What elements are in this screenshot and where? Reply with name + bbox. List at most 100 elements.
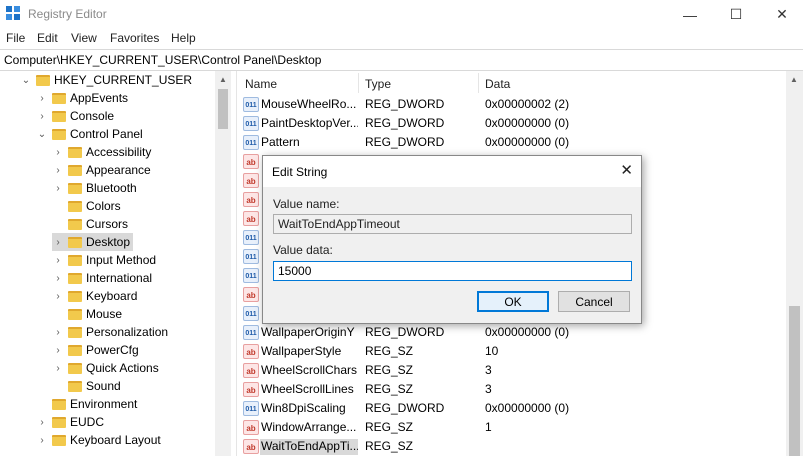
chevron-right-icon[interactable]: ›: [52, 183, 64, 194]
list-item[interactable]: ab WindowArrange... REG_SZ 1: [237, 418, 786, 437]
chevron-right-icon[interactable]: ›: [52, 345, 64, 356]
value-type: REG_DWORD: [365, 135, 445, 149]
tree-item-label: EUDC: [70, 415, 105, 429]
tree-item-appearance[interactable]: › Appearance: [52, 161, 150, 179]
close-icon[interactable]: ✕: [620, 161, 633, 179]
tree-item-hkey-current-user[interactable]: ⌄ HKEY_CURRENT_USER: [20, 71, 192, 89]
tree-item-personalization[interactable]: › Personalization: [52, 323, 168, 341]
tree-item-label: Accessibility: [86, 145, 152, 159]
window-title: Registry Editor: [28, 7, 107, 21]
menu-edit[interactable]: Edit: [37, 31, 58, 45]
tree-scrollbar-thumb[interactable]: [218, 89, 228, 129]
tree-item-label: AppEvents: [70, 91, 129, 105]
binary-value-icon: 011: [243, 306, 259, 321]
tree-item-quick-actions[interactable]: › Quick Actions: [52, 359, 159, 377]
tree-item-keyboard-layout[interactable]: › Keyboard Layout: [36, 431, 160, 449]
list-item[interactable]: 011 MouseWheelRo... REG_DWORD 0x00000002 (2…: [237, 95, 786, 114]
tree-item-desktop[interactable]: › Desktop: [52, 233, 134, 251]
column-separator[interactable]: [358, 73, 359, 93]
ok-button[interactable]: OK: [477, 291, 549, 312]
chevron-right-icon[interactable]: ›: [36, 93, 48, 104]
value-name: WheelScrollChars: [261, 363, 358, 377]
value-type: REG_DWORD: [365, 116, 445, 130]
list-item[interactable]: 011 Pattern REG_DWORD 0x00000000 (0): [237, 133, 786, 152]
folder-icon: [68, 308, 82, 320]
list-scrollbar[interactable]: ▲: [786, 71, 803, 456]
list-item[interactable]: ab WaitToEndAppTi... REG_SZ: [237, 437, 786, 456]
column-header-type[interactable]: Type: [365, 77, 391, 91]
registry-tree: ⌄ HKEY_CURRENT_USER › AppEvents › Console …: [0, 71, 232, 456]
close-button[interactable]: ✕: [759, 0, 803, 29]
chevron-right-icon[interactable]: ›: [52, 255, 64, 266]
folder-icon: [68, 236, 82, 248]
value-type: REG_SZ: [365, 363, 414, 377]
value-name: Pattern: [261, 135, 300, 149]
list-item[interactable]: ab WheelScrollLines REG_SZ 3: [237, 380, 786, 399]
chevron-right-icon[interactable]: ›: [36, 111, 48, 122]
column-header-data[interactable]: Data: [485, 77, 510, 91]
tree-item-accessibility[interactable]: › Accessibility: [52, 143, 151, 161]
string-value-icon: ab: [243, 154, 259, 169]
tree-item-powercfg[interactable]: › PowerCfg: [52, 341, 138, 359]
chevron-right-icon[interactable]: ›: [52, 165, 64, 176]
tree-scrollbar[interactable]: ▲: [215, 71, 231, 456]
tree-item-sound[interactable]: Sound: [52, 377, 121, 395]
value-type: REG_SZ: [365, 420, 414, 434]
chevron-right-icon[interactable]: ›: [52, 273, 64, 284]
list-item[interactable]: ab WallpaperStyle REG_SZ 10: [237, 342, 786, 361]
tree-item-console[interactable]: › Console: [36, 107, 114, 125]
value-name: WallpaperStyle: [261, 344, 342, 358]
chevron-right-icon[interactable]: ›: [52, 291, 64, 302]
cancel-button[interactable]: Cancel: [558, 291, 630, 312]
list-item[interactable]: 011 Win8DpiScaling REG_DWORD 0x00000000 (0): [237, 399, 786, 418]
folder-icon: [68, 362, 82, 374]
menu-view[interactable]: View: [71, 31, 97, 45]
chevron-right-icon[interactable]: ›: [52, 363, 64, 374]
list-item[interactable]: 011 WallpaperOriginY REG_DWORD 0x00000000 (…: [237, 323, 786, 342]
column-separator[interactable]: [478, 73, 479, 93]
scroll-up-icon[interactable]: ▲: [790, 75, 798, 84]
tree-item-mouse[interactable]: Mouse: [52, 305, 122, 323]
column-header-name[interactable]: Name: [245, 77, 277, 91]
chevron-down-icon[interactable]: ⌄: [20, 75, 32, 86]
chevron-right-icon[interactable]: ›: [52, 237, 64, 248]
binary-value-icon: 011: [243, 268, 259, 283]
tree-item-appevents[interactable]: › AppEvents: [36, 89, 128, 107]
tree-item-label: Quick Actions: [86, 361, 159, 375]
chevron-right-icon[interactable]: ›: [36, 417, 48, 428]
scroll-up-icon[interactable]: ▲: [219, 75, 227, 84]
address-bar[interactable]: Computer\HKEY_CURRENT_USER\Control Panel…: [0, 49, 803, 71]
minimize-button[interactable]: —: [667, 0, 713, 29]
tree-item-keyboard[interactable]: › Keyboard: [52, 287, 137, 305]
tree-item-environment[interactable]: Environment: [36, 395, 137, 413]
tree-item-label: Personalization: [86, 325, 169, 339]
chevron-right-icon[interactable]: ›: [52, 327, 64, 338]
list-item[interactable]: 011 PaintDesktopVer... REG_DWORD 0x00000000…: [237, 114, 786, 133]
value-data-field[interactable]: [273, 261, 632, 281]
menu-file[interactable]: File: [6, 31, 25, 45]
tree-item-bluetooth[interactable]: › Bluetooth: [52, 179, 136, 197]
folder-icon: [52, 416, 66, 428]
chevron-down-icon[interactable]: ⌄: [36, 129, 48, 140]
binary-value-icon: 011: [243, 325, 259, 340]
binary-value-icon: 011: [243, 116, 259, 131]
list-item[interactable]: ab WheelScrollChars REG_SZ 3: [237, 361, 786, 380]
string-value-icon: ab: [243, 382, 259, 397]
tree-item-label: Colors: [86, 199, 121, 213]
maximize-button[interactable]: ☐: [713, 0, 759, 29]
tree-item-control-panel[interactable]: ⌄ Control Panel: [36, 125, 143, 143]
chevron-right-icon[interactable]: ›: [52, 147, 64, 158]
menu-favorites[interactable]: Favorites: [110, 31, 159, 45]
folder-icon: [68, 344, 82, 356]
value-name: MouseWheelRo...: [261, 97, 357, 111]
tree-item-international[interactable]: › International: [52, 269, 152, 287]
tree-item-eudc[interactable]: › EUDC: [36, 413, 104, 431]
tree-item-input-method[interactable]: › Input Method: [52, 251, 156, 269]
value-type: REG_DWORD: [365, 97, 445, 111]
chevron-right-icon[interactable]: ›: [36, 435, 48, 446]
tree-item-colors[interactable]: Colors: [52, 197, 121, 215]
value-name-field[interactable]: [273, 214, 632, 234]
tree-item-cursors[interactable]: Cursors: [52, 215, 128, 233]
list-scrollbar-thumb[interactable]: [789, 306, 800, 456]
menu-help[interactable]: Help: [171, 31, 196, 45]
